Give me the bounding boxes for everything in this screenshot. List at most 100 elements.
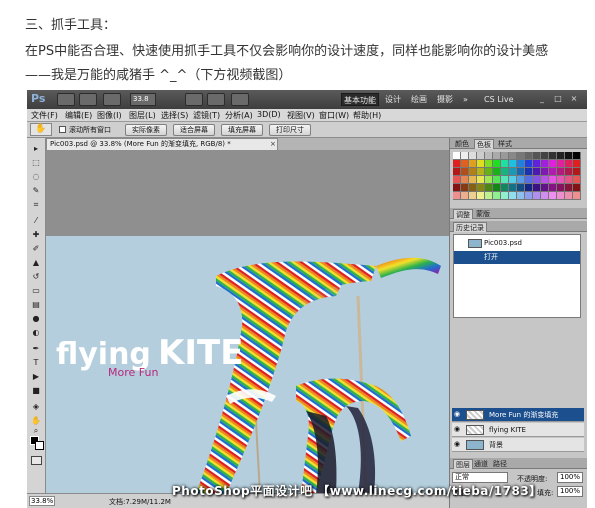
color-swatch[interactable] — [493, 176, 501, 184]
shape-tool-icon[interactable]: ■ — [30, 386, 42, 396]
cs-live-button[interactable]: CS Live — [484, 93, 514, 106]
workspace-design[interactable]: 设计 — [385, 93, 401, 106]
color-swatch[interactable] — [541, 184, 549, 192]
color-swatch[interactable] — [493, 152, 501, 160]
arrange-docs-button[interactable] — [207, 93, 225, 106]
color-swatch[interactable] — [549, 184, 557, 192]
color-swatch[interactable] — [557, 176, 565, 184]
eye-icon[interactable]: ◉ — [454, 410, 463, 419]
color-swatch[interactable] — [557, 152, 565, 160]
path-select-tool-icon[interactable]: ▶ — [30, 372, 42, 382]
color-swatch[interactable] — [549, 160, 557, 168]
color-swatch[interactable] — [453, 176, 461, 184]
color-swatch[interactable] — [533, 176, 541, 184]
type-tool-icon[interactable]: T — [30, 358, 42, 368]
color-swatch[interactable] — [501, 176, 509, 184]
color-swatch[interactable] — [525, 176, 533, 184]
color-swatch[interactable] — [573, 176, 581, 184]
color-swatch[interactable] — [485, 176, 493, 184]
color-swatch[interactable] — [533, 192, 541, 200]
zoom-select[interactable]: 33.8 — [130, 93, 156, 106]
extras-button[interactable] — [103, 93, 121, 106]
color-swatch[interactable] — [485, 192, 493, 200]
color-swatch[interactable] — [501, 160, 509, 168]
marquee-tool-icon[interactable]: ⬚ — [30, 158, 42, 168]
crop-tool-icon[interactable]: ⌗ — [30, 200, 42, 210]
opacity-input[interactable]: 100% — [557, 472, 583, 483]
more-workspaces-button[interactable]: » — [463, 93, 468, 106]
history-snapshot[interactable]: Pic003.psd — [454, 237, 580, 250]
color-swatch[interactable] — [477, 176, 485, 184]
color-swatch[interactable] — [461, 160, 469, 168]
canvas-area[interactable]: flying KITE More Fun — [46, 150, 449, 494]
quick-select-tool-icon[interactable]: ✎ — [30, 186, 42, 196]
eye-icon[interactable]: ◉ — [454, 425, 463, 434]
menu-file[interactable]: 文件(F) — [31, 110, 58, 121]
color-swatch[interactable] — [501, 168, 509, 176]
color-swatch[interactable] — [565, 168, 573, 176]
color-swatch[interactable] — [461, 168, 469, 176]
menu-3d[interactable]: 3D(D) — [257, 110, 281, 119]
tab-history[interactable]: 历史记录 — [453, 222, 487, 232]
history-state-open[interactable]: 打开 — [454, 251, 580, 264]
color-swatch[interactable] — [517, 152, 525, 160]
fill-screen-button[interactable]: 填充屏幕 — [221, 124, 263, 136]
layer-row[interactable]: ◉ 背景 — [452, 438, 584, 452]
color-swatch[interactable] — [557, 192, 565, 200]
color-swatch[interactable] — [573, 152, 581, 160]
color-swatch[interactable] — [469, 184, 477, 192]
color-swatch[interactable] — [501, 192, 509, 200]
color-swatch[interactable] — [461, 152, 469, 160]
color-swatch[interactable] — [525, 152, 533, 160]
color-swatch[interactable] — [533, 168, 541, 176]
layer-row[interactable]: ◉ flying KITE — [452, 423, 584, 437]
color-swatch[interactable] — [493, 184, 501, 192]
eraser-tool-icon[interactable]: ▭ — [30, 286, 42, 296]
color-swatch[interactable] — [533, 160, 541, 168]
tab-color[interactable]: 颜色 — [453, 139, 471, 149]
color-swatch[interactable] — [509, 176, 517, 184]
color-swatch[interactable] — [549, 168, 557, 176]
menu-help[interactable]: 帮助(H) — [353, 110, 381, 121]
color-swatch[interactable] — [453, 168, 461, 176]
color-swatch[interactable] — [509, 160, 517, 168]
hand-tool-preset-icon[interactable]: ✋ — [30, 123, 52, 136]
color-swatch[interactable] — [557, 184, 565, 192]
color-swatch[interactable] — [477, 192, 485, 200]
color-swatch[interactable] — [469, 192, 477, 200]
stamp-tool-icon[interactable]: ▲ — [30, 258, 42, 268]
color-swatch[interactable] — [557, 168, 565, 176]
color-swatch[interactable] — [525, 160, 533, 168]
zoom-status-input[interactable]: 33.8% — [29, 496, 55, 506]
gradient-tool-icon[interactable]: ▤ — [30, 300, 42, 310]
bridge-button[interactable] — [57, 93, 75, 106]
screen-mode-button[interactable] — [231, 93, 249, 106]
color-swatch[interactable] — [557, 160, 565, 168]
menu-analysis[interactable]: 分析(A) — [225, 110, 253, 121]
eyedropper-tool-icon[interactable]: ⁄ — [30, 216, 42, 226]
color-swatch[interactable] — [541, 168, 549, 176]
color-swatch[interactable] — [501, 152, 509, 160]
fit-screen-button[interactable]: 适合屏幕 — [173, 124, 215, 136]
tab-adjustments[interactable]: 调整 — [453, 209, 473, 219]
print-size-button[interactable]: 打印尺寸 — [269, 124, 311, 136]
color-swatch[interactable] — [541, 160, 549, 168]
color-swatch[interactable] — [493, 168, 501, 176]
tab-masks[interactable]: 蒙版 — [474, 209, 492, 219]
color-swatch[interactable] — [469, 152, 477, 160]
move-tool-icon[interactable]: ▸ — [30, 144, 42, 154]
quick-mask-button[interactable] — [31, 456, 42, 465]
color-swatch[interactable] — [453, 184, 461, 192]
document-tab[interactable]: Pic003.psd @ 33.8% (More Fun 的渐变填充, RGB/… — [46, 138, 278, 150]
color-swatch[interactable] — [477, 152, 485, 160]
pen-tool-icon[interactable]: ✒ — [30, 344, 42, 354]
color-swatch[interactable] — [525, 192, 533, 200]
healing-tool-icon[interactable]: ✚ — [30, 230, 42, 240]
color-swatch[interactable] — [453, 152, 461, 160]
color-swatch[interactable] — [565, 184, 573, 192]
menu-edit[interactable]: 编辑(E) — [65, 110, 92, 121]
zoom-tool-icon[interactable]: ⌕ — [30, 426, 42, 436]
color-swatch[interactable] — [541, 176, 549, 184]
color-swatch[interactable] — [509, 184, 517, 192]
color-swatch[interactable] — [565, 176, 573, 184]
